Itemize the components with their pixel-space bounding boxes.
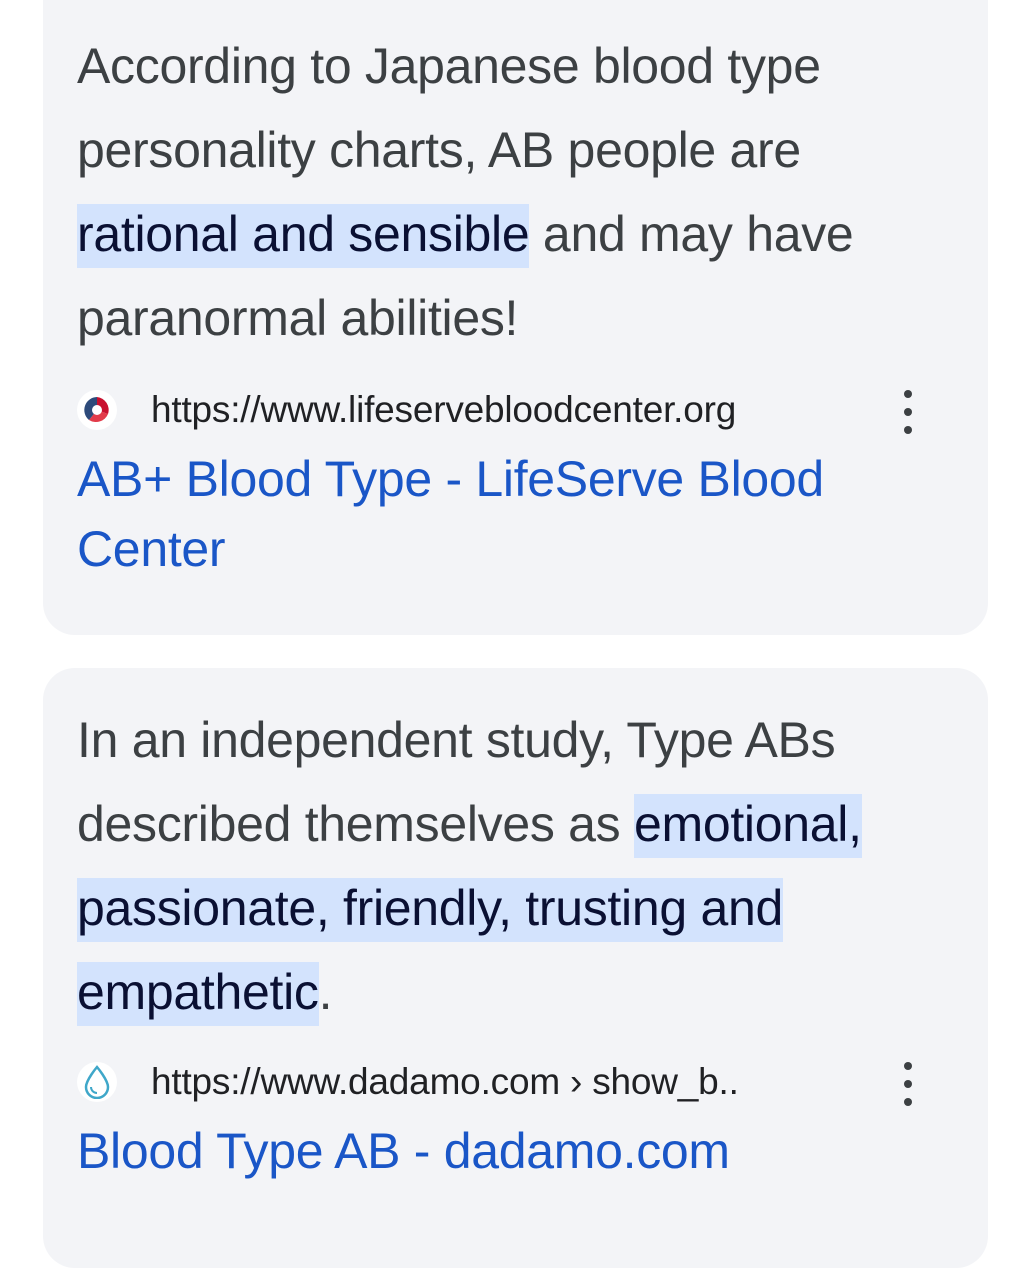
result-url[interactable]: https://www.dadamo.com › show_b.. <box>151 1061 841 1103</box>
more-options-icon[interactable] <box>898 390 918 434</box>
lifeserve-logo-icon <box>77 390 117 430</box>
more-options-icon[interactable] <box>898 1062 918 1106</box>
search-result-card[interactable]: In an independent study, Type ABs descri… <box>43 668 988 1268</box>
result-snippet: In an independent study, Type ABs descri… <box>77 698 954 1034</box>
snippet-text: According to Japanese blood type persona… <box>77 38 821 178</box>
result-title-link[interactable]: Blood Type AB - dadamo.com <box>77 1116 954 1186</box>
result-source[interactable]: https://www.dadamo.com › show_b.. <box>77 1052 954 1112</box>
water-drop-icon <box>77 1062 117 1102</box>
result-source[interactable]: https://www.lifeservebloodcenter.org <box>77 380 954 440</box>
result-snippet: According to Japanese blood type persona… <box>77 24 954 360</box>
result-title-link[interactable]: AB+ Blood Type - LifeServe Blood Center <box>77 444 954 584</box>
snippet-text: . <box>318 964 333 1020</box>
snippet-highlight: rational and sensible <box>77 204 530 268</box>
search-result-card[interactable]: According to Japanese blood type persona… <box>43 0 988 635</box>
result-url[interactable]: https://www.lifeservebloodcenter.org <box>151 389 841 431</box>
